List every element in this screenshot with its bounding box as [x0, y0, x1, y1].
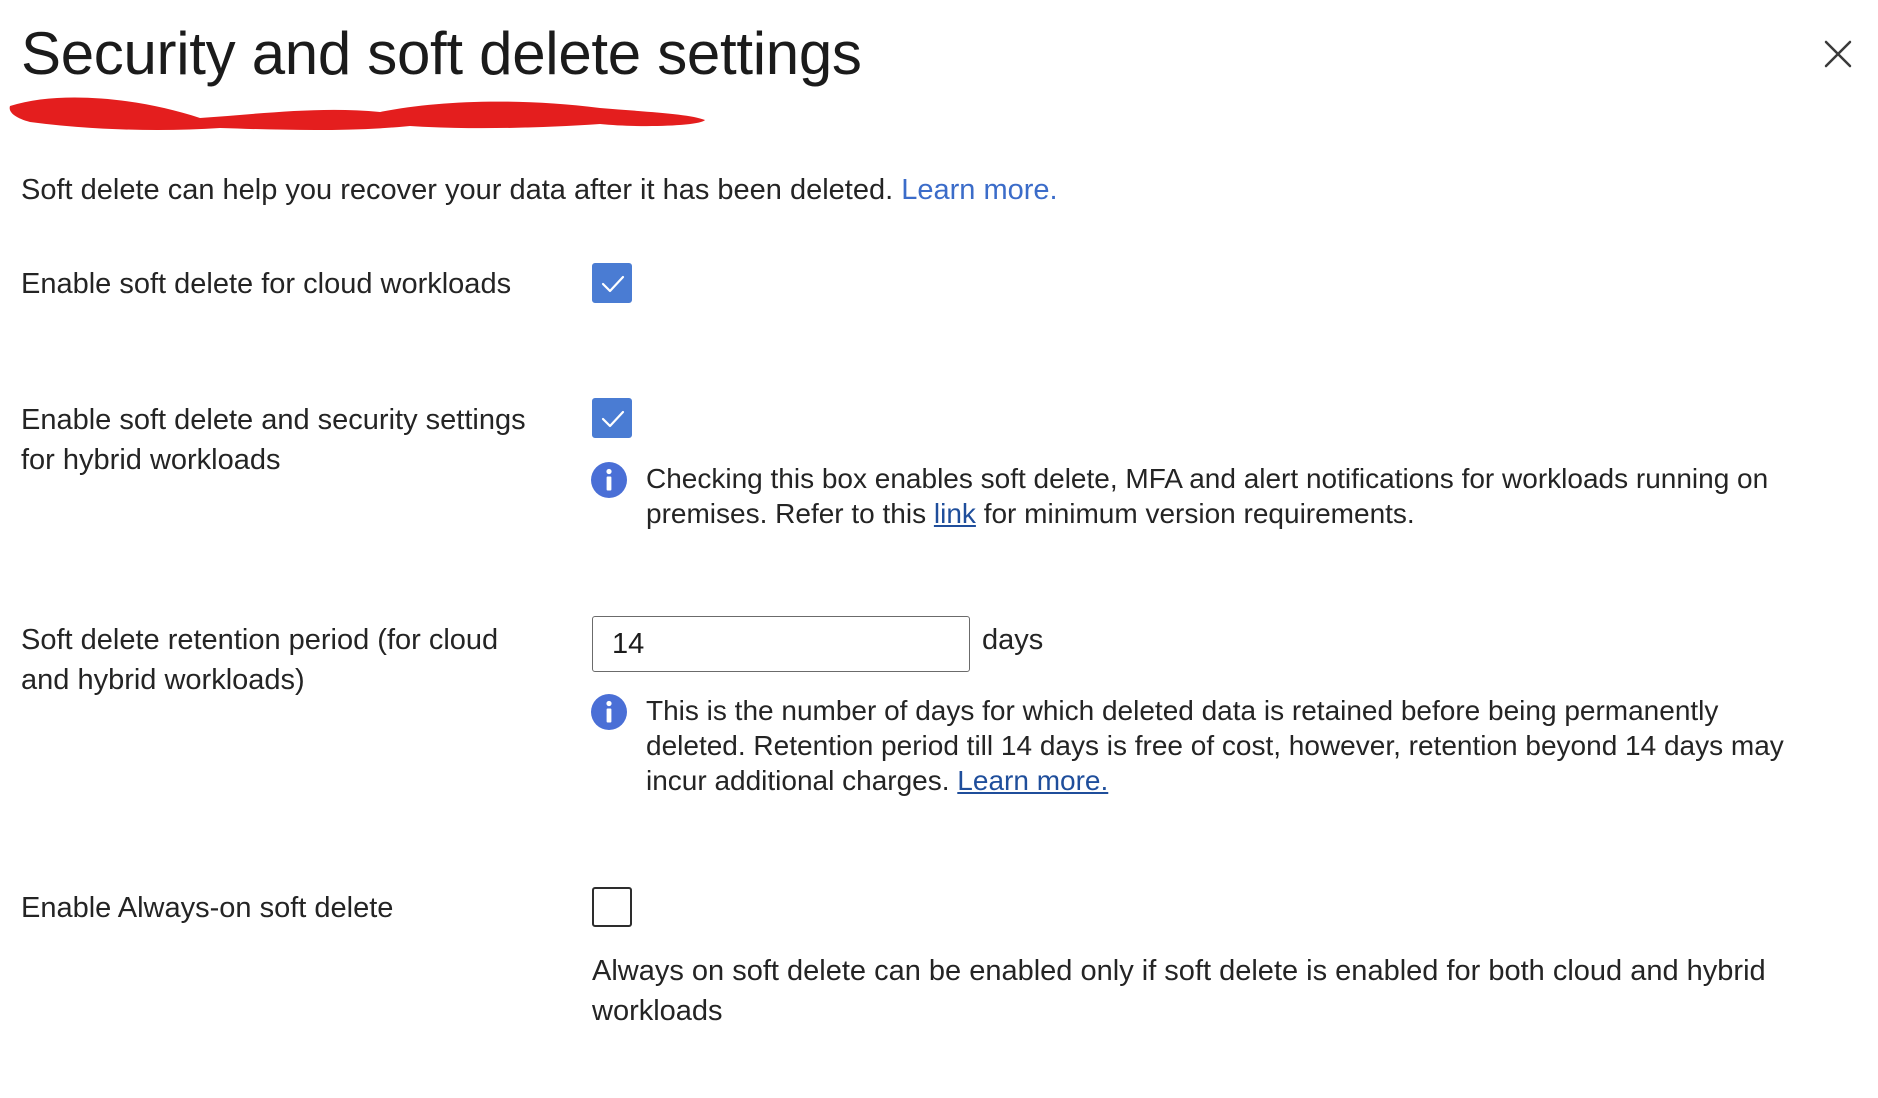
- retention-days-input[interactable]: [592, 616, 970, 672]
- retention-info-text: This is the number of days for which del…: [646, 693, 1806, 798]
- hybrid-info-suffix: for minimum version requirements.: [983, 498, 1415, 529]
- version-requirements-link[interactable]: link: [934, 498, 976, 529]
- cloud-soft-delete-label: Enable soft delete for cloud workloads: [21, 268, 512, 300]
- checkmark-icon: [601, 275, 625, 293]
- cloud-soft-delete-checkbox[interactable]: [592, 263, 632, 303]
- close-button[interactable]: [1818, 34, 1858, 74]
- hybrid-info-text: Checking this box enables soft delete, M…: [646, 461, 1806, 531]
- retention-days-unit: days: [982, 624, 1044, 656]
- intro-description: Soft delete can help you recover your da…: [21, 174, 894, 206]
- intro-learn-more-link[interactable]: Learn more.: [901, 174, 1057, 206]
- hybrid-soft-delete-label: Enable soft delete and security settings…: [21, 404, 526, 476]
- checkmark-icon: [601, 410, 625, 428]
- info-icon: [591, 694, 627, 730]
- always-on-helper-text: Always on soft delete can be enabled onl…: [592, 955, 1766, 1027]
- intro-text: Soft delete can help you recover your da…: [21, 170, 1058, 210]
- retention-learn-more-link[interactable]: Learn more.: [957, 765, 1108, 796]
- always-on-soft-delete-label: Enable Always-on soft delete: [21, 892, 394, 924]
- info-icon: [591, 462, 627, 498]
- retention-period-label: Soft delete retention period (for cloud …: [21, 624, 499, 696]
- dialog-title: Security and soft delete settings: [21, 20, 862, 87]
- always-on-soft-delete-checkbox[interactable]: [592, 887, 632, 927]
- retention-info-description: This is the number of days for which del…: [646, 695, 1784, 796]
- hybrid-soft-delete-checkbox[interactable]: [592, 398, 632, 438]
- close-icon: [1824, 40, 1852, 68]
